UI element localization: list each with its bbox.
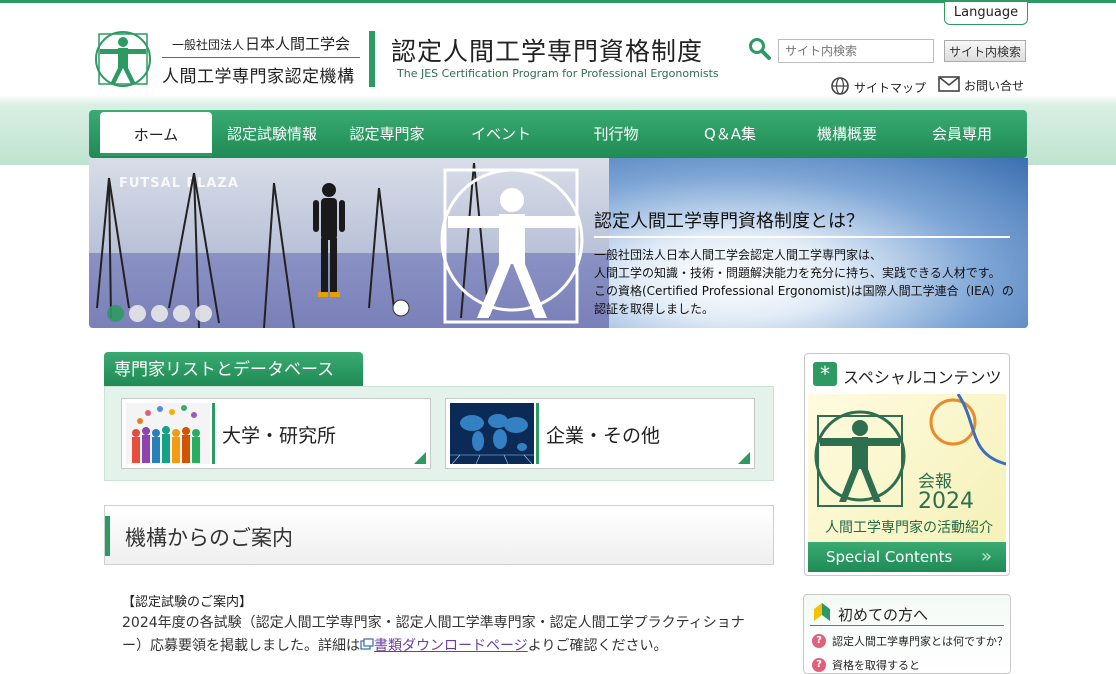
- special-caption: 人間工学専門家の活動紹介: [825, 520, 993, 536]
- notice-line-start: ー）応募要領を掲載しました。詳細は: [122, 638, 360, 654]
- search-icon: [748, 37, 772, 65]
- hero-text-line: 一般社団法人日本人間工学会認定人間工学専門家は、: [594, 248, 883, 262]
- card-separator: [536, 403, 539, 464]
- beginner-item[interactable]: ? 認定人間工学専門家とは何ですか？: [812, 633, 1008, 649]
- sitemap-label: サイトマップ: [854, 81, 927, 95]
- slide-dot-2[interactable]: [129, 305, 146, 322]
- notice-line: 2024年度の各試験（認定人間工学専門家・認定人間工学準専門家・認定人間工学プラ…: [122, 615, 745, 631]
- sitemap-link[interactable]: サイトマップ: [830, 76, 926, 99]
- vitruvian-logo-icon[interactable]: [95, 28, 151, 90]
- special-artwork: 会報 2024 人間工学専門家の活動紹介: [808, 394, 1006, 544]
- special-footer-label: Special Contents: [826, 548, 953, 566]
- beginner-item-label: 認定人間工学専門家とは何ですか？: [832, 635, 1008, 648]
- language-button[interactable]: Language: [944, 2, 1028, 25]
- external-window-icon: [360, 638, 374, 654]
- beginner-divider: [810, 625, 1004, 626]
- nav-item-publications[interactable]: 刊行物: [561, 110, 671, 158]
- beginner-item-label: 資格を取得すると: [832, 659, 920, 672]
- company-card-label: 企業・その他: [546, 425, 661, 447]
- question-icon: ?: [812, 658, 826, 672]
- world-map-icon: [450, 403, 534, 465]
- info-heading-box: 機構からのご案内: [104, 505, 774, 565]
- site-subtitle: The JES Certification Program for Profes…: [397, 67, 719, 80]
- special-footer: Special Contents »: [808, 542, 1006, 572]
- slide-dot-1[interactable]: [107, 305, 124, 322]
- info-accent-bar: [105, 516, 110, 556]
- people-network-icon: [126, 403, 210, 464]
- main-navigation: ホーム 認定試験情報 認定専門家 イベント 刊行物 Q＆A集 機構概要 会員専用: [89, 110, 1027, 158]
- database-panel: 大学・研究所 企業・その他: [104, 386, 774, 481]
- special-heading-label: スペシャルコンテンツ: [843, 368, 1002, 387]
- search-input[interactable]: [778, 39, 934, 63]
- nav-item-exam-info[interactable]: 認定試験情報: [217, 110, 327, 158]
- hero-divider: [594, 236, 1010, 238]
- org-name: 日本人間工学会: [245, 35, 351, 53]
- contact-link[interactable]: お問い合せ: [938, 76, 1024, 95]
- org-divider: [162, 57, 360, 58]
- mail-icon: [938, 76, 960, 95]
- beginner-item[interactable]: ? 資格を取得すると: [812, 657, 920, 673]
- hero-text-line: この資格(Certified Professional Ergonomist)は…: [594, 284, 1014, 298]
- special-year: 2024: [918, 489, 974, 514]
- nav-item-home[interactable]: ホーム: [100, 112, 212, 156]
- question-icon: ?: [812, 634, 826, 648]
- nav-item-about[interactable]: 機構概要: [789, 110, 905, 158]
- hero-text-line: 人間工学の知識・技術・問題解決能力を充分に持ち、実践できる人材です。: [594, 266, 1001, 280]
- hero-title: 認定人間工学専門資格制度とは？: [594, 211, 864, 232]
- info-title: 機構からのご案内: [125, 526, 293, 550]
- beginner-section: 初めての方へ ? 認定人間工学専門家とは何ですか？ ? 資格を取得すると: [803, 594, 1011, 674]
- title-accent-bar: [369, 31, 375, 87]
- slide-dot-4[interactable]: [173, 305, 190, 322]
- special-heading: * スペシャルコンテンツ: [813, 362, 1003, 390]
- beginner-heading: 初めての方へ: [812, 601, 928, 627]
- nav-item-certified-experts[interactable]: 認定専門家: [332, 110, 442, 158]
- site-title[interactable]: 認定人間工学専門資格制度: [391, 32, 703, 68]
- hero-banner[interactable]: FUTSAL PLAZA 認定人間工学専門資格制度とは？ 一般社団法人日本人間工…: [89, 158, 1028, 328]
- beginner-heading-label: 初めての方へ: [838, 605, 929, 624]
- globe-icon: [830, 76, 850, 99]
- nav-item-faq[interactable]: Q＆A集: [675, 110, 785, 158]
- beginner-mark-icon: [812, 601, 832, 627]
- asterisk-icon: *: [813, 362, 837, 390]
- org-title: 人間工学専門家認定機構: [162, 67, 355, 87]
- double-chevron-icon: »: [980, 546, 992, 567]
- university-card-label: 大学・研究所: [222, 425, 337, 447]
- svg-text:*: *: [820, 362, 830, 386]
- company-card[interactable]: 企業・その他: [445, 398, 755, 469]
- slide-indicators: [107, 305, 212, 322]
- org-subtitle: 一般社団法人: [172, 38, 245, 52]
- slide-dot-5[interactable]: [195, 305, 212, 322]
- notice-line-end: よりご確認ください。: [527, 638, 668, 654]
- contact-label: お問い合せ: [964, 79, 1025, 93]
- hero-description: 一般社団法人日本人間工学会認定人間工学専門家は、 人間工学の知識・技術・問題解決…: [594, 246, 1014, 318]
- notice-line: ー）応募要領を掲載しました。詳細は 書類ダウンロードページよりご確認ください。: [122, 635, 762, 658]
- document-download-link[interactable]: 書類ダウンロードページ: [374, 638, 528, 654]
- nav-item-members[interactable]: 会員専用: [907, 110, 1017, 158]
- card-separator: [212, 403, 215, 464]
- university-card[interactable]: 大学・研究所: [121, 398, 431, 469]
- corner-arrow-icon: [738, 452, 750, 464]
- nav-item-events[interactable]: イベント: [446, 110, 556, 158]
- notice-body: 2024年度の各試験（認定人間工学専門家・認定人間工学準専門家・認定人間工学プラ…: [122, 612, 762, 658]
- corner-arrow-icon: [414, 452, 426, 464]
- slide-dot-3[interactable]: [151, 305, 168, 322]
- database-section-tab: 専門家リストとデータベース: [104, 352, 363, 386]
- special-contents-banner[interactable]: * スペシャルコンテンツ 会報 2024 人間工学専門家の活動紹介 Specia…: [804, 353, 1010, 576]
- search-button[interactable]: サイト内検索: [944, 40, 1026, 62]
- notice-heading: 【認定試験のご案内】: [122, 595, 253, 610]
- hero-text-line: 認証を取得しました。: [594, 302, 715, 316]
